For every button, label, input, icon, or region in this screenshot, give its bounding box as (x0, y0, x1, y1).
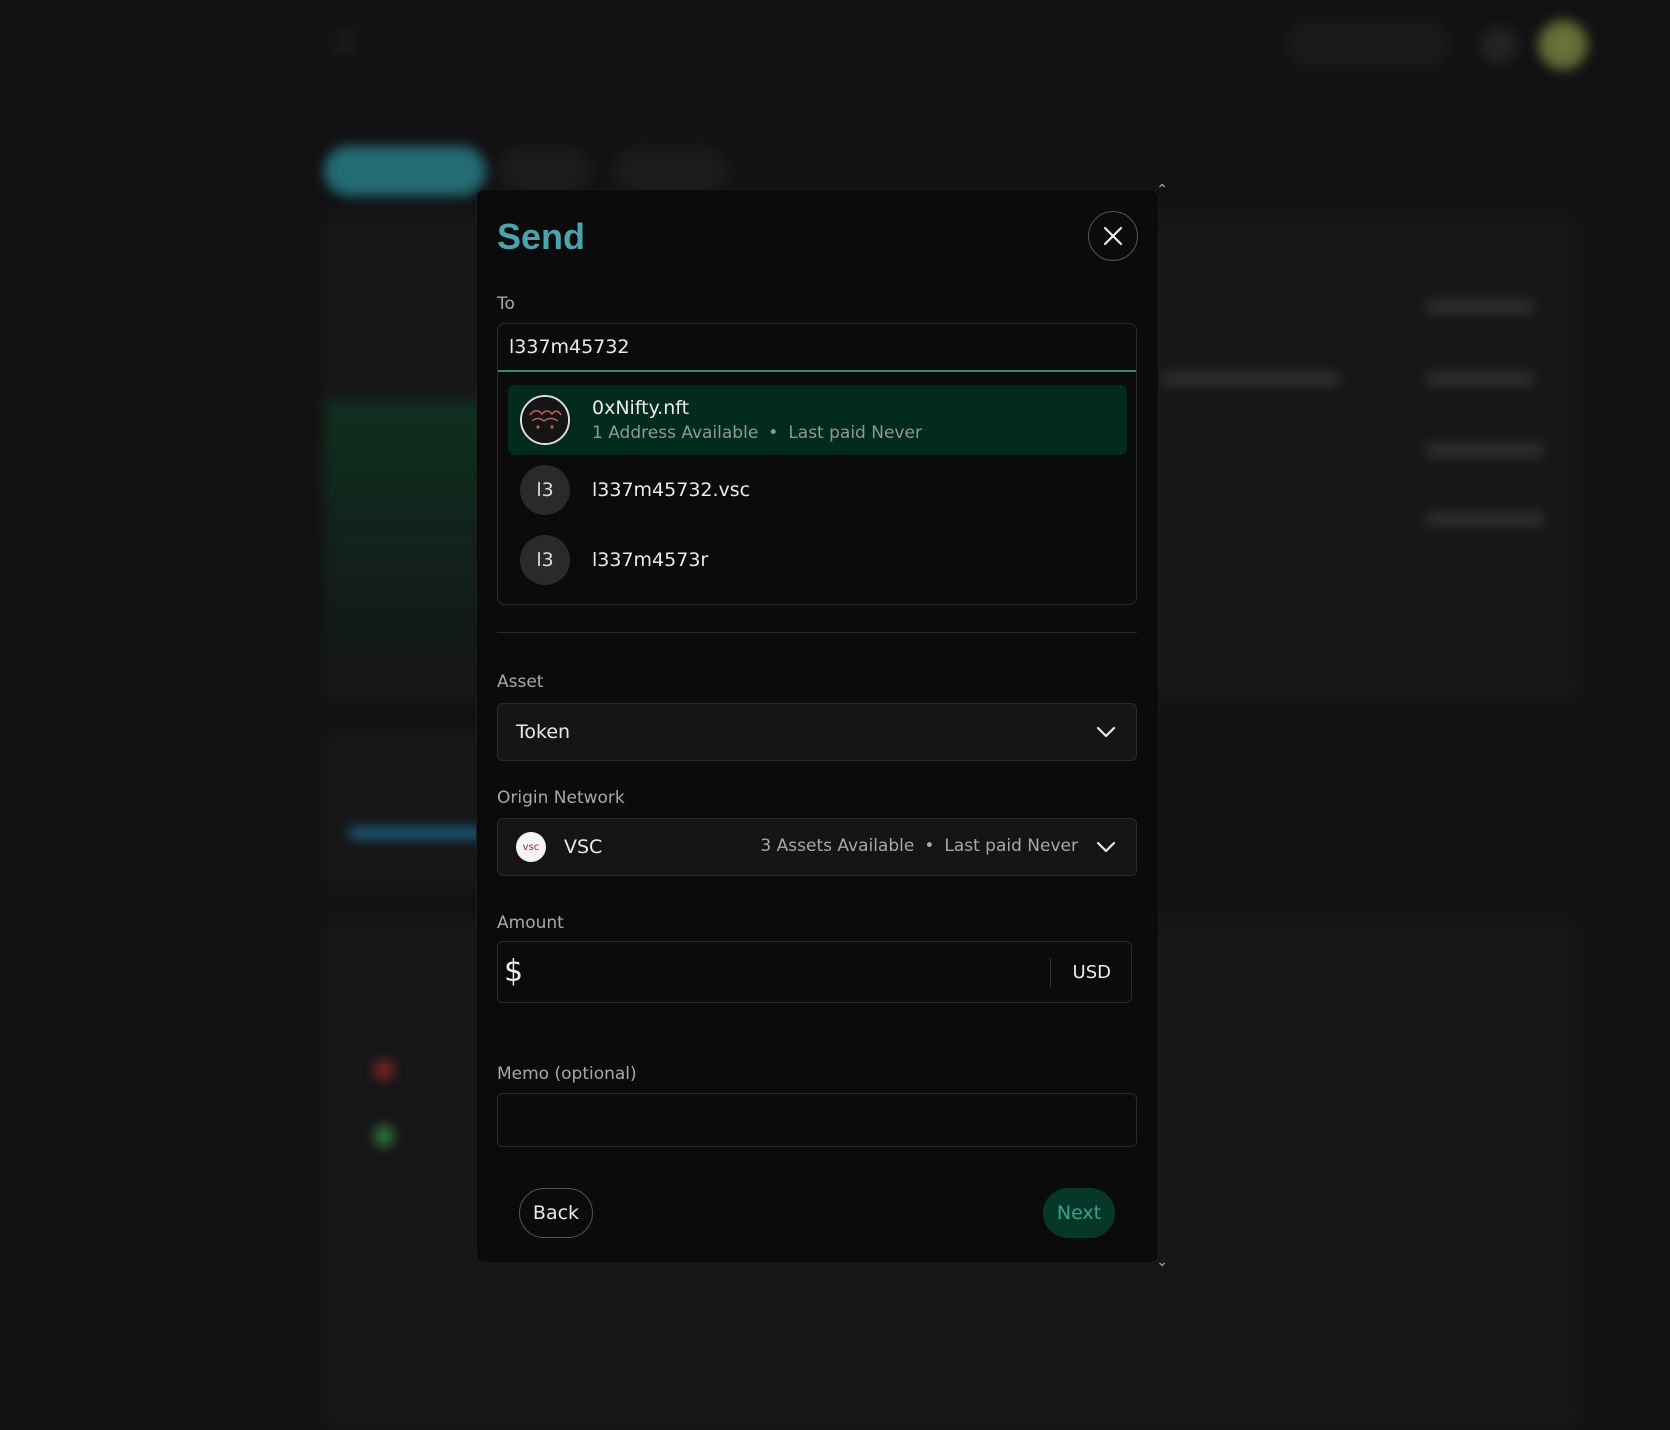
suggestion-name: l337m4573r (592, 549, 709, 571)
suggestion-meta: 1 Address Available • Last paid Never (592, 423, 922, 443)
asset-count: 3 Assets Available (760, 836, 915, 856)
memo-label: Memo (optional) (497, 1064, 637, 1084)
network-meta: 3 Assets Available • Last paid Never (760, 836, 1078, 856)
address-count: 1 Address Available (592, 423, 759, 443)
chevron-down-icon (1096, 841, 1116, 853)
initials-avatar: l3 (520, 465, 570, 515)
asset-label: Asset (497, 672, 544, 692)
separator-dot: • (924, 836, 935, 856)
avatar (1538, 20, 1588, 70)
amount-input[interactable] (534, 950, 1044, 994)
bg-row (1425, 512, 1545, 526)
nft-avatar (520, 395, 570, 445)
memo-input[interactable] (498, 1094, 1136, 1146)
close-button[interactable] (1088, 211, 1138, 261)
suggestion-item-l337m4573r[interactable]: l3 l337m4573r (508, 525, 1127, 595)
bg-staking-button (612, 146, 730, 196)
origin-network-select[interactable]: vsc VSC 3 Assets Available • Last paid Nev… (497, 818, 1137, 876)
origin-network-label: Origin Network (497, 788, 625, 808)
menu-icon (334, 32, 356, 50)
memo-field (497, 1093, 1137, 1147)
to-label: To (497, 294, 515, 314)
separator-dot: • (768, 423, 779, 443)
suggestion-item-0xnifty[interactable]: 0xNifty.nft 1 Address Available • Last pai… (508, 385, 1127, 455)
last-paid: Last paid Never (788, 423, 922, 443)
back-button[interactable]: Back (519, 1188, 593, 1238)
suggestion-name: 0xNifty.nft (592, 397, 690, 419)
asset-select[interactable]: Token (497, 703, 1137, 761)
bg-row (1425, 443, 1545, 457)
amount-field: $ USD (497, 941, 1132, 1003)
bg-status-dot (374, 1060, 394, 1080)
chevron-down-icon (1096, 726, 1116, 738)
suggestion-item-l337m45732-vsc[interactable]: l3 l337m45732.vsc (508, 455, 1127, 525)
recipient-input[interactable] (498, 324, 1136, 372)
vsc-logo-icon: vsc (516, 832, 546, 862)
asset-value: Token (516, 721, 571, 743)
send-modal: ⌃ ⌄ Send To 0xNifty.nft 1 Address Availa… (477, 182, 1168, 1270)
amount-separator (1050, 958, 1051, 988)
currency-unit[interactable]: USD (1073, 962, 1111, 983)
bg-quick-send-button (324, 146, 486, 196)
gear-icon (1480, 26, 1518, 64)
bg-row (1425, 372, 1535, 386)
network-name: VSC (564, 836, 603, 858)
suggestion-name: l337m45732.vsc (592, 479, 751, 501)
bg-row (1160, 372, 1340, 386)
recipient-combobox: 0xNifty.nft 1 Address Available • Last pai… (497, 323, 1137, 605)
modal-title: Send (497, 216, 586, 257)
initials-avatar: l3 (520, 535, 570, 585)
bg-row (1425, 300, 1535, 314)
amount-label: Amount (497, 913, 564, 933)
close-icon (1103, 226, 1123, 246)
divider (497, 632, 1137, 633)
bg-topbar (322, 20, 1588, 70)
scroll-up-icon[interactable]: ⌃ (1156, 182, 1168, 198)
bg-progress-bar (348, 828, 488, 838)
currency-symbol: $ (504, 954, 524, 989)
bg-account-selector (1288, 22, 1448, 66)
scroll-down-icon[interactable]: ⌄ (1156, 1254, 1168, 1270)
nft-avatar-icon (522, 397, 568, 443)
last-paid: Last paid Never (944, 836, 1078, 856)
bg-swap-button (498, 146, 592, 196)
bg-status-dot (374, 1126, 394, 1146)
next-button[interactable]: Next (1043, 1188, 1115, 1238)
